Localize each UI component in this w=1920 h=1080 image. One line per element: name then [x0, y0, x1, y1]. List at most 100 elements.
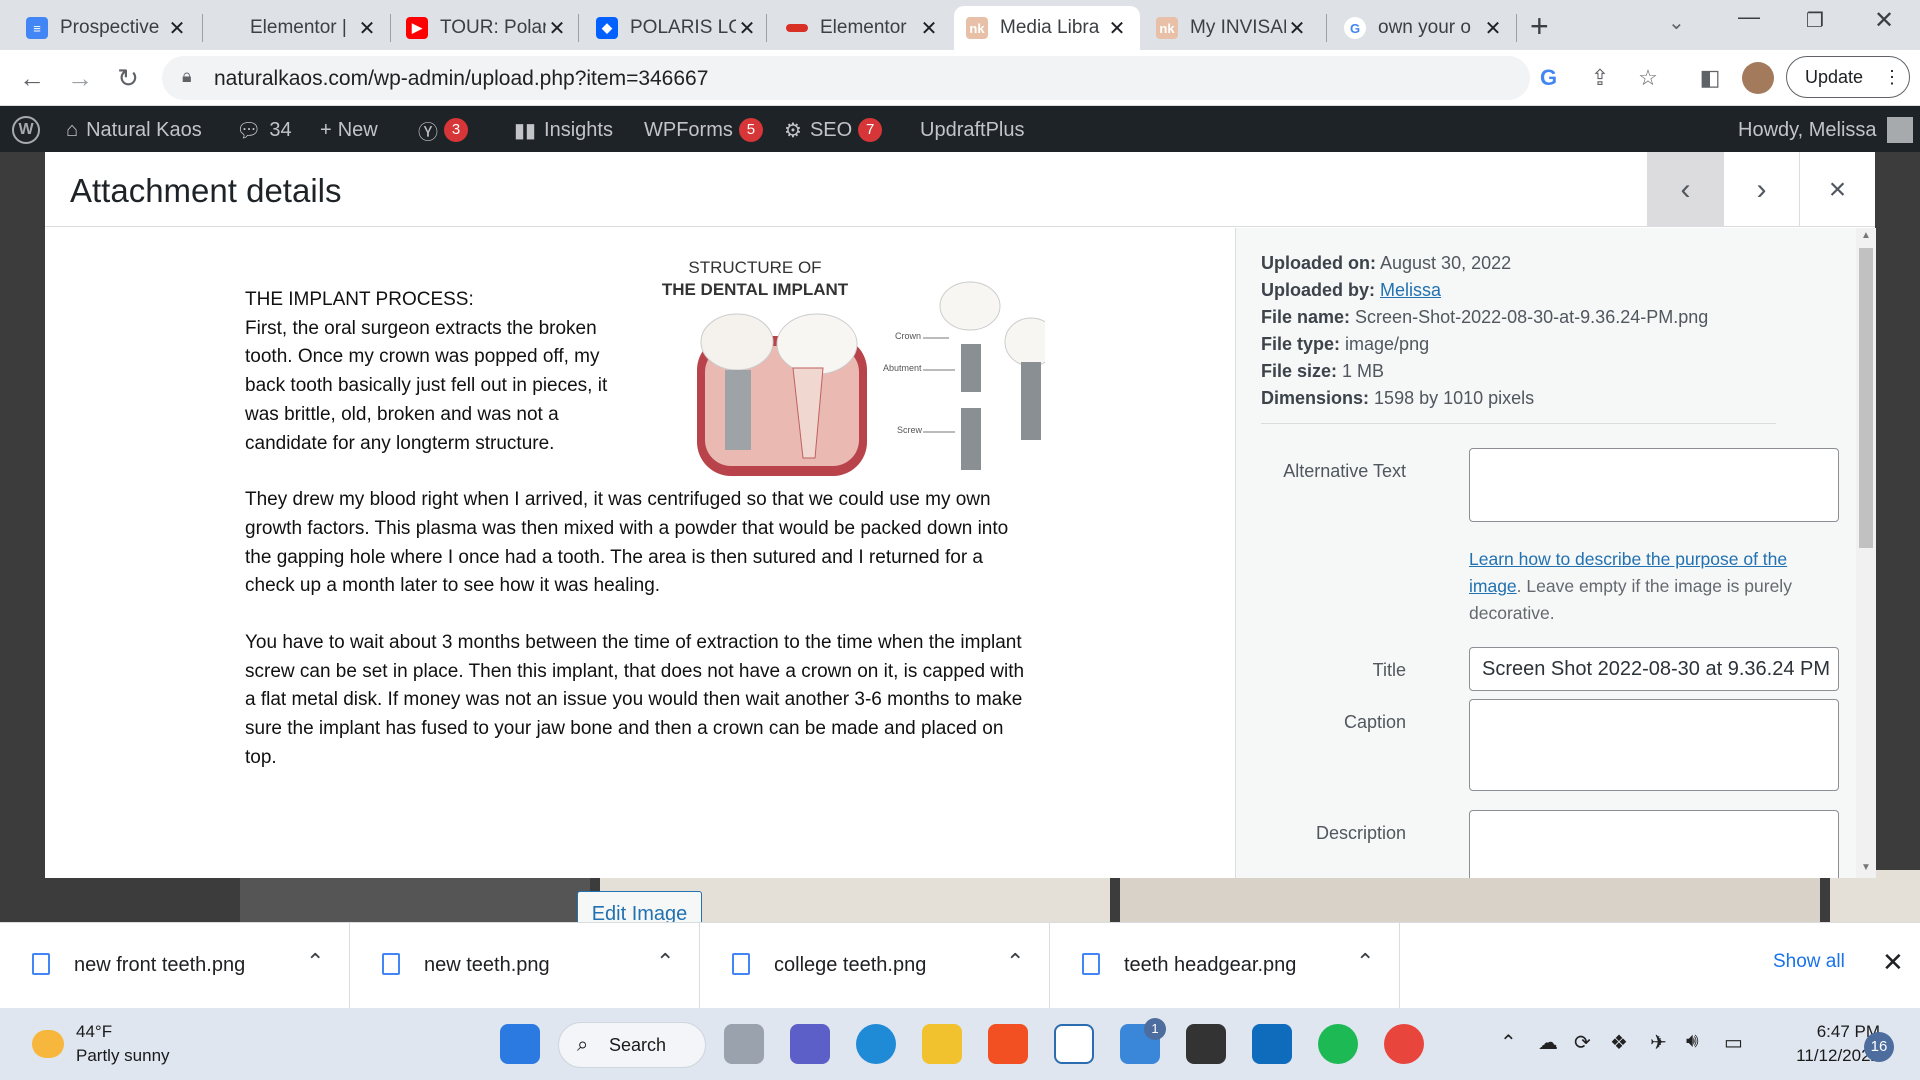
attachment-meta: Uploaded on: August 30, 2022 Uploaded by… [1261, 250, 1708, 412]
tray-chevron-up-icon[interactable]: ⌃ [1500, 1030, 1517, 1055]
notification-badge[interactable]: 16 [1864, 1032, 1894, 1062]
file-explorer-icon[interactable] [922, 1024, 962, 1064]
close-tab-icon[interactable]: ✕ [546, 16, 568, 41]
onedrive-icon[interactable]: ☁ [1538, 1030, 1558, 1055]
app-icon[interactable] [1186, 1024, 1226, 1064]
tab-separator [1326, 14, 1327, 42]
sync-icon[interactable]: ⟳ [1574, 1030, 1591, 1055]
admin-bar-seo[interactable]: ⚙ SEO 7 [784, 117, 883, 143]
dropbox-tray-icon[interactable]: ❖ [1610, 1030, 1628, 1055]
url-text[interactable]: naturalkaos.com/wp-admin/upload.php?item… [214, 67, 708, 91]
close-shelf-icon[interactable]: ✕ [1882, 947, 1904, 978]
weather-description[interactable]: Partly sunny [76, 1046, 170, 1066]
restore-icon[interactable]: ❐ [1806, 8, 1824, 33]
volume-icon[interactable]: 🔊︎ [1686, 1030, 1699, 1053]
alt-text-label: Alternative Text [1283, 461, 1406, 481]
side-panel-icon[interactable]: ◧ [1694, 62, 1726, 94]
airplane-mode-icon[interactable]: ✈ [1650, 1030, 1667, 1055]
task-view-icon[interactable] [724, 1024, 764, 1064]
kebab-menu-icon[interactable]: ⋮ [1883, 57, 1901, 97]
next-attachment-button[interactable]: › [1723, 152, 1799, 227]
browser-tab[interactable]: ▶ TOUR: Polar ✕ [394, 6, 580, 50]
microsoft-store-icon[interactable] [988, 1024, 1028, 1064]
admin-bar-comments[interactable]: 💬︎ 34 [236, 117, 292, 143]
chevron-up-icon[interactable]: ⌃ [656, 949, 674, 975]
details-scrollbar[interactable]: ▲ ▼ [1856, 228, 1876, 878]
browser-tab[interactable]: ◆ POLARIS LC ✕ [584, 6, 770, 50]
download-item[interactable]: new teeth.png ⌃ [350, 923, 700, 1009]
outlook-icon[interactable] [1252, 1024, 1292, 1064]
browser-tab[interactable]: nk My INVISAL ✕ [1144, 6, 1320, 50]
chrome-icon[interactable] [1384, 1024, 1424, 1064]
admin-bar-account[interactable]: Howdy, Melissa [1738, 117, 1913, 143]
admin-bar-insights[interactable]: ▮▮ Insights [514, 117, 613, 143]
back-icon[interactable]: ← [14, 60, 50, 96]
admin-bar-yoast[interactable]: Ⓨ 3 [418, 117, 468, 144]
browser-tab[interactable]: ≡ Prospective ✕ [14, 6, 200, 50]
alt-text-field[interactable] [1469, 448, 1839, 522]
address-bar[interactable]: 🔒︎ naturalkaos.com/wp-admin/upload.php?i… [162, 56, 1557, 100]
close-tab-icon[interactable]: ✕ [1286, 16, 1308, 41]
start-icon[interactable] [500, 1024, 540, 1064]
previous-attachment-button[interactable]: ‹ [1647, 152, 1723, 227]
forward-icon[interactable]: → [62, 60, 98, 96]
show-all-downloads-link[interactable]: Show all [1773, 951, 1845, 973]
close-tab-icon[interactable]: ✕ [1106, 16, 1128, 41]
admin-bar-site[interactable]: ⌂ Natural Kaos [66, 117, 202, 143]
spotify-icon[interactable] [1318, 1024, 1358, 1064]
download-item[interactable]: teeth headgear.png ⌃ [1050, 923, 1400, 1009]
chevron-up-icon[interactable]: ⌃ [306, 949, 324, 975]
description-field[interactable] [1469, 810, 1839, 878]
teams-chat-icon[interactable] [790, 1024, 830, 1064]
scroll-down-icon[interactable]: ▼ [1861, 862, 1871, 873]
close-tab-icon[interactable]: ✕ [166, 16, 188, 41]
plus-icon: + [320, 118, 332, 141]
chevron-right-icon: › [1756, 173, 1767, 206]
share-icon[interactable]: ⇪ [1584, 62, 1616, 94]
admin-bar-new[interactable]: + New [320, 117, 378, 143]
battery-icon[interactable]: ▭ [1724, 1030, 1743, 1055]
uploader-link[interactable]: Melissa [1380, 280, 1441, 300]
chevron-up-icon[interactable]: ⌃ [1356, 949, 1374, 975]
admin-bar-wpforms[interactable]: WPForms 5 [644, 117, 763, 143]
description-label: Description [1315, 823, 1406, 843]
download-item[interactable]: college teeth.png ⌃ [700, 923, 1050, 1009]
chevron-up-icon[interactable]: ⌃ [1006, 949, 1024, 975]
wordpress-logo-icon[interactable]: W [12, 116, 40, 144]
title-field[interactable]: Screen Shot 2022-08-30 at 9.36.24 PM [1469, 647, 1839, 691]
app-icon[interactable] [1054, 1024, 1094, 1064]
close-tab-icon[interactable]: ✕ [1482, 16, 1504, 41]
scroll-up-icon[interactable]: ▲ [1861, 230, 1871, 241]
dental-implant-figure: STRUCTURE OF THE DENTAL IMPLANT Crown Ab… [645, 258, 1045, 488]
edge-icon[interactable] [856, 1024, 896, 1064]
download-item[interactable]: new front teeth.png ⌃ [0, 923, 350, 1009]
close-tab-icon[interactable]: ✕ [736, 16, 758, 41]
browser-tab[interactable]: Elementor ✕ [774, 6, 952, 50]
google-lens-icon[interactable]: G [1540, 65, 1557, 91]
taskbar-search[interactable]: ⌕ Search [558, 1022, 706, 1068]
close-tab-icon[interactable]: ✕ [918, 16, 940, 41]
document-intro: THE IMPLANT PROCESS: First, the oral sur… [245, 286, 625, 458]
new-tab-button[interactable]: + [1530, 8, 1549, 45]
bookmark-star-icon[interactable]: ☆ [1632, 62, 1664, 94]
browser-tab[interactable]: G own your o ✕ [1332, 6, 1516, 50]
browser-tab-active[interactable]: nk Media Libra ✕ [954, 6, 1140, 50]
minimize-icon[interactable]: — [1738, 4, 1760, 30]
lock-icon[interactable]: 🔒︎ [182, 66, 192, 87]
browser-tab[interactable]: Elementor | ✕ [204, 6, 390, 50]
crown-part [939, 281, 1001, 331]
document-intro-text: First, the oral surgeon extracts the bro… [245, 317, 608, 454]
window-close-icon[interactable]: ✕ [1874, 6, 1894, 35]
admin-bar-updraft[interactable]: UpdraftPlus [920, 117, 1025, 143]
tab-search-icon[interactable]: ⌄ [1668, 10, 1685, 35]
caption-field[interactable] [1469, 699, 1839, 791]
weather-temperature[interactable]: 44°F [76, 1022, 112, 1042]
close-modal-button[interactable]: × [1799, 152, 1875, 227]
profile-avatar[interactable] [1742, 62, 1774, 94]
chrome-update-button[interactable]: Update ⋮ [1786, 56, 1910, 98]
attachment-info-panel: Uploaded on: August 30, 2022 Uploaded by… [1235, 228, 1876, 878]
scrollbar-thumb[interactable] [1859, 248, 1873, 548]
reload-icon[interactable]: ↻ [110, 60, 146, 96]
weather-icon[interactable] [32, 1030, 64, 1058]
close-tab-icon[interactable]: ✕ [356, 16, 378, 41]
